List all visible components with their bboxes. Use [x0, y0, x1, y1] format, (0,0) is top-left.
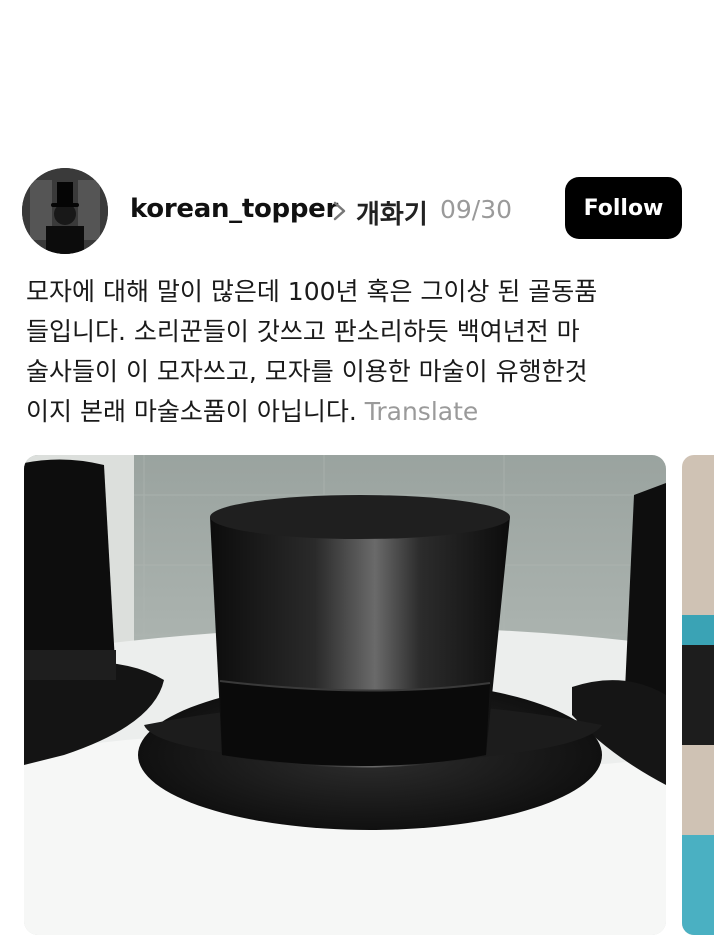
translate-link[interactable]: Translate: [365, 397, 479, 426]
chevron-right-icon: [333, 201, 346, 221]
post-text-line: 술사들이 이 모자쓰고, 모자를 이용한 마술이 유행한것: [26, 357, 588, 386]
post-date: 09/30: [440, 195, 513, 224]
next-image-preview[interactable]: [682, 455, 714, 935]
follow-button[interactable]: Follow: [565, 177, 682, 239]
post-image[interactable]: [24, 455, 666, 935]
top-hat-photo: [24, 455, 666, 935]
next-photo: [682, 455, 714, 935]
avatar[interactable]: [22, 168, 108, 254]
post-text: 모자에 대해 말이 많은데 100년 혹은 그이상 된 골동품 들입니다. 소리…: [26, 272, 706, 432]
topic-tag[interactable]: 개화기: [356, 194, 428, 231]
post-text-line: 모자에 대해 말이 많은데 100년 혹은 그이상 된 골동품: [26, 277, 598, 306]
avatar-image: [22, 168, 108, 254]
post-header: korean_topper 개화기 09/30 Follow: [0, 160, 714, 260]
post-text-line: 들입니다. 소리꾼들이 갓쓰고 판소리하듯 백여년전 마: [26, 317, 580, 346]
username[interactable]: korean_topper: [130, 194, 338, 224]
post-text-line: 이지 본래 마술소품이 아닙니다. Translate: [26, 392, 706, 432]
post-text-line-last: 이지 본래 마술소품이 아닙니다.: [26, 397, 357, 426]
